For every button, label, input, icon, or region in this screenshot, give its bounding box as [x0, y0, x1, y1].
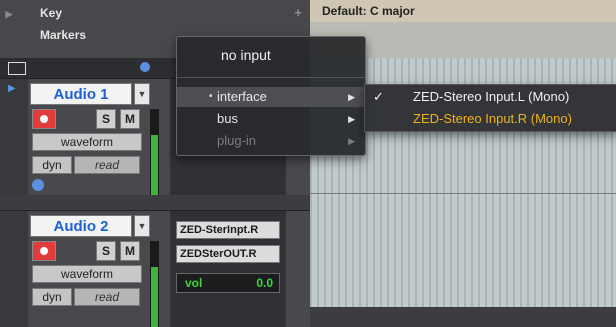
track-side-bar: ▶ — [0, 79, 28, 195]
menu-item-plugin: plug-in ▶ — [177, 131, 365, 151]
track-name-button[interactable]: Audio 2 — [30, 215, 132, 237]
volume-label: vol — [185, 276, 203, 290]
meter-fill — [151, 267, 158, 327]
track-divider — [310, 193, 616, 194]
submenu-arrow-icon: ▶ — [348, 114, 355, 124]
record-enable-button[interactable] — [32, 109, 56, 129]
submenu-arrow-icon: ▶ — [348, 136, 355, 146]
volume-value: 0.0 — [256, 276, 273, 290]
dyn-button[interactable]: dyn — [32, 156, 72, 174]
bullet-icon: • — [209, 91, 213, 102]
level-meter — [150, 109, 159, 195]
record-enable-button[interactable] — [32, 241, 56, 261]
input-selector[interactable]: ZED-SterInpt.R — [176, 221, 280, 239]
track-side-bar — [0, 211, 28, 327]
input-popup-menu: no input • interface ▶ bus ▶ plug-in ▶ — [176, 36, 366, 156]
track-audio-2: Audio 2 ▼ S M waveform dyn read ZED-Ster… — [0, 210, 310, 327]
mute-button[interactable]: M — [120, 109, 140, 129]
menu-item-bus[interactable]: bus ▶ — [177, 109, 365, 129]
key-signature-bar: Default: C major — [310, 0, 616, 22]
track-menu-arrow-icon[interactable]: ▼ — [134, 83, 150, 105]
submenu-arrow-icon: ▶ — [348, 92, 355, 102]
track-list-icon[interactable] — [8, 62, 26, 75]
menu-item-no-input[interactable]: no input — [221, 45, 409, 65]
mute-button[interactable]: M — [120, 241, 140, 261]
solo-button[interactable]: S — [96, 109, 116, 129]
add-icon[interactable]: + — [294, 2, 302, 24]
playlist-icon[interactable] — [32, 179, 44, 191]
track-view-selector[interactable]: waveform — [32, 265, 142, 283]
submenu-item-input-r[interactable]: ZED-Stereo Input.R (Mono) — [365, 108, 616, 130]
clock-icon[interactable] — [140, 62, 150, 72]
solo-button[interactable]: S — [96, 241, 116, 261]
level-meter — [150, 241, 159, 327]
output-selector[interactable]: ZEDSterOUT.R — [176, 245, 280, 263]
submenu-item-input-l[interactable]: ✓ ZED-Stereo Input.L (Mono) — [365, 86, 616, 108]
track-menu-arrow-icon[interactable]: ▼ — [134, 215, 150, 237]
checkmark-icon: ✓ — [373, 89, 384, 104]
expand-triangle-icon[interactable]: ▶ — [0, 3, 18, 25]
meter-fill — [151, 135, 158, 195]
automation-mode[interactable]: read — [74, 156, 140, 174]
track-name-button[interactable]: Audio 1 — [30, 83, 132, 105]
ruler-key[interactable]: ▶ Key + — [0, 2, 310, 24]
menu-separator — [177, 77, 365, 78]
interface-submenu: ✓ ZED-Stereo Input.L (Mono) ZED-Stereo I… — [364, 84, 616, 132]
dyn-button[interactable]: dyn — [32, 288, 72, 306]
menu-item-interface[interactable]: • interface ▶ — [177, 87, 365, 107]
volume-display[interactable]: vol 0.0 — [176, 273, 280, 293]
automation-mode[interactable]: read — [74, 288, 140, 306]
track-view-selector[interactable]: waveform — [32, 133, 142, 151]
expand-icon[interactable]: ▶ — [8, 83, 16, 94]
